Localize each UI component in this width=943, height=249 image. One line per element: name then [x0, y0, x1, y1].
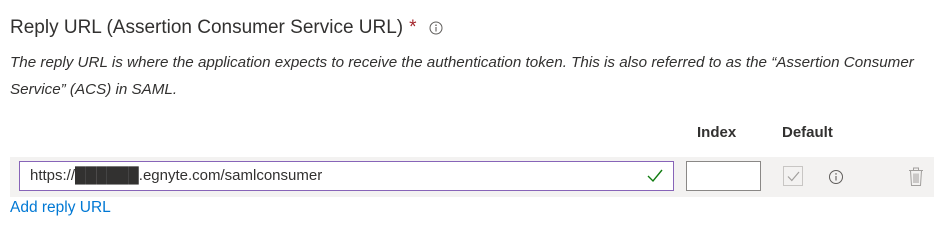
add-reply-url-link[interactable]: Add reply URL — [10, 199, 111, 217]
info-icon[interactable] — [828, 169, 844, 185]
index-input[interactable] — [686, 161, 761, 191]
check-icon — [647, 169, 663, 183]
reply-url-value: https://██████.egnyte.com/samlconsumer — [30, 167, 323, 184]
column-header-default: Default — [782, 124, 833, 141]
default-checkbox[interactable] — [783, 166, 803, 186]
section-header: Reply URL (Assertion Consumer Service UR… — [10, 14, 443, 42]
reply-url-row: https://██████.egnyte.com/samlconsumer — [10, 157, 934, 197]
section-description: The reply URL is where the application e… — [10, 54, 914, 98]
column-header-index: Index — [697, 124, 737, 141]
section-title: Reply URL (Assertion Consumer Service UR… — [10, 17, 404, 38]
reply-url-input[interactable]: https://██████.egnyte.com/samlconsumer — [19, 161, 674, 191]
info-icon[interactable] — [429, 21, 443, 35]
reply-url-section: Reply URL (Assertion Consumer Service UR… — [0, 0, 943, 249]
trash-icon[interactable] — [907, 167, 925, 187]
required-marker: * — [409, 17, 417, 38]
